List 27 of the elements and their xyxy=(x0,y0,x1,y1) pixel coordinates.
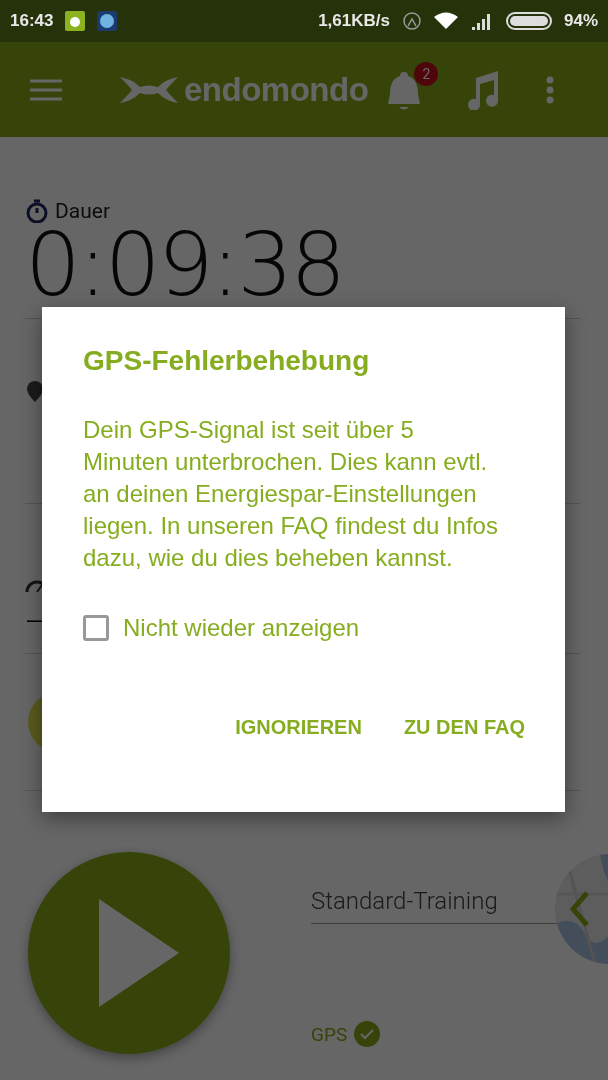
menu-icon[interactable] xyxy=(30,78,62,101)
dialog-message: Dein GPS-Signal ist seit über 5 Minuten unterbrochen. Dies kann evtl. an deinen Energiespar-Einstellungen liegen. In unseren FAQ findest du Infos dazu, wie du dies beheben kannst. xyxy=(83,415,499,573)
wifi-icon xyxy=(433,12,458,30)
checkbox[interactable] xyxy=(83,615,109,641)
battery-level: 94% xyxy=(563,11,598,31)
dialog-button[interactable]: ZU DEN FAQ xyxy=(389,706,539,749)
metric-label: Dauer xyxy=(55,199,111,223)
app-notification-icon xyxy=(65,11,86,31)
clock: 16:43 xyxy=(10,11,54,31)
sync-icon xyxy=(401,11,422,31)
metric-value: 0:09:38 xyxy=(25,223,344,307)
logo-icon xyxy=(120,74,178,105)
stopwatch-icon xyxy=(25,199,49,223)
dialog-title: GPS-Fehlerbehebung xyxy=(83,345,371,377)
app-notification-icon xyxy=(97,11,118,31)
network-speed: 1,61KB/s xyxy=(318,11,390,31)
dialog-button[interactable]: IGNORIEREN xyxy=(221,706,376,749)
bell-icon[interactable] xyxy=(386,69,423,112)
gps-label: GPS xyxy=(311,1022,348,1046)
battery-icon xyxy=(505,12,552,30)
chevron-left-icon xyxy=(570,891,590,927)
start-button[interactable] xyxy=(27,851,231,1055)
brand-name: endomondo xyxy=(184,70,369,109)
more-options-icon[interactable] xyxy=(546,75,555,104)
checkbox-label[interactable]: Nicht wieder anzeigen xyxy=(123,614,360,642)
sport-selector[interactable]: Standard-Training xyxy=(311,887,498,915)
notification-badge: 2 xyxy=(414,61,439,86)
